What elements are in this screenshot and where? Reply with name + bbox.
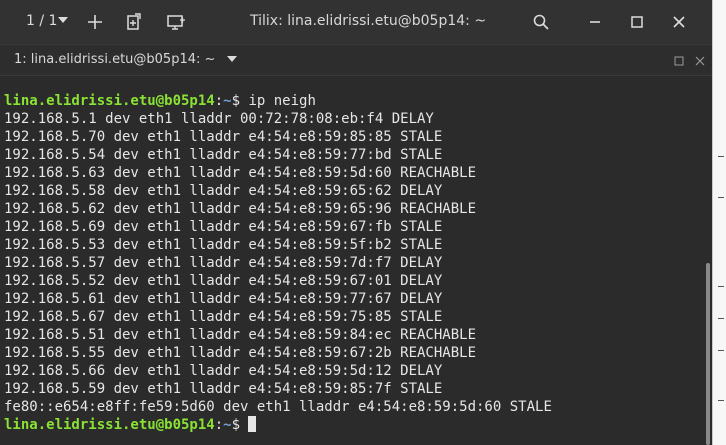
background-divider [718,350,724,351]
window-title: Tilix: lina.elidrissi.etu@b05p14: ~ [250,13,487,29]
prompt-symbol: $ [231,93,249,109]
close-terminal-icon[interactable] [694,52,706,66]
output-line: 192.168.5.69 dev eth1 lladdr e4:54:e8:59… [4,219,443,235]
search-icon[interactable] [530,11,552,33]
detach-icon[interactable] [122,11,144,33]
command-text: ip neigh [248,93,316,109]
add-terminal-icon[interactable] [84,11,106,33]
terminal-menu-chevron-icon[interactable] [227,56,237,62]
minimize-icon[interactable] [584,11,606,33]
output-line: 192.168.5.59 dev eth1 lladdr e4:54:e8:59… [4,381,443,397]
prompt-symbol: $ [231,417,249,433]
background-divider [718,286,724,287]
output-line: 192.168.5.54 dev eth1 lladdr e4:54:e8:59… [4,147,443,163]
chevron-down-icon[interactable] [58,17,68,23]
session-indicator[interactable]: 1 / 1 [26,13,57,29]
tilix-window: 1 / 1 Tilix: lina.elidrissi.etu@b05p14: … [0,0,712,445]
output-line: 192.168.5.58 dev eth1 lladdr e4:54:e8:59… [4,183,443,199]
output-line: 192.168.5.1 dev eth1 lladdr 00:72:78:08:… [4,111,434,127]
prompt-separator: : [214,417,224,433]
output-line: 192.168.5.70 dev eth1 lladdr e4:54:e8:59… [4,129,443,145]
output-line: 192.168.5.66 dev eth1 lladdr e4:54:e8:59… [4,363,443,379]
title-bar: 1 / 1 Tilix: lina.elidrissi.etu@b05p14: … [0,0,712,44]
output-line: 192.168.5.57 dev eth1 lladdr e4:54:e8:59… [4,255,443,271]
text-cursor [248,416,257,432]
terminal-header: 1: lina.elidrissi.etu@b05p14: ~ [0,44,712,76]
output-line: 192.168.5.67 dev eth1 lladdr e4:54:e8:59… [4,309,443,325]
prompt-separator: : [214,93,224,109]
maximize-terminal-icon[interactable] [673,52,685,66]
background-divider [718,156,724,157]
output-line: 192.168.5.52 dev eth1 lladdr e4:54:e8:59… [4,273,443,289]
maximize-icon[interactable] [626,11,648,33]
output-line: 192.168.5.53 dev eth1 lladdr e4:54:e8:59… [4,237,443,253]
terminal-title[interactable]: 1: lina.elidrissi.etu@b05p14: ~ [14,52,215,67]
prompt-path: ~ [223,93,232,109]
output-line: 192.168.5.62 dev eth1 lladdr e4:54:e8:59… [4,201,477,217]
close-icon[interactable] [668,11,690,33]
output-line: 192.168.5.61 dev eth1 lladdr e4:54:e8:59… [4,291,443,307]
output-line: fe80::e654:e8ff:fe59:5d60 dev eth1 lladd… [4,399,552,415]
output-line: 192.168.5.63 dev eth1 lladdr e4:54:e8:59… [4,165,477,181]
terminal-output[interactable]: lina.elidrissi.etu@b05p14:~$ ip neigh 19… [0,92,700,445]
output-line: 192.168.5.51 dev eth1 lladdr e4:54:e8:59… [4,327,477,343]
prompt-user: lina.elidrissi.etu@b05p14 [4,417,215,433]
output-line: 192.168.5.55 dev eth1 lladdr e4:54:e8:59… [4,345,477,361]
prompt-path: ~ [223,417,232,433]
background-divider [718,197,724,198]
background-window-edge [712,0,726,445]
scrollbar-thumb[interactable] [706,263,710,445]
background-divider [718,400,724,401]
new-window-icon[interactable] [164,11,186,33]
output-lines: 192.168.5.1 dev eth1 lladdr 00:72:78:08:… [0,110,700,416]
background-divider [718,318,724,319]
current-prompt-line[interactable]: lina.elidrissi.etu@b05p14:~$ [0,416,700,434]
prompt-user: lina.elidrissi.etu@b05p14 [4,93,215,109]
command-line: lina.elidrissi.etu@b05p14:~$ ip neigh [0,92,700,110]
